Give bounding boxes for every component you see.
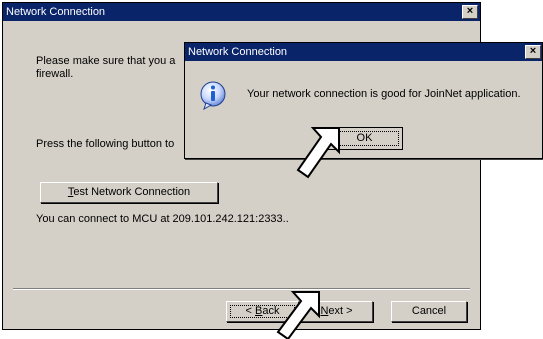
title-bar: Network Connection ×: [3, 3, 480, 21]
popup-title: Network Connection: [188, 46, 288, 58]
press-button-text: Press the following button to: [36, 138, 175, 150]
pointer-cursor-icon: [276, 291, 320, 339]
separator-line: [13, 288, 470, 290]
popup-message: Your network connection is good for Join…: [247, 88, 521, 100]
cancel-button[interactable]: Cancel: [391, 301, 467, 322]
window-title: Network Connection: [6, 6, 106, 18]
next-rest: ext >: [328, 305, 353, 317]
close-icon: ×: [529, 45, 537, 57]
success-message-dialog: Network Connection × Your network connec…: [184, 42, 543, 159]
test-button-label-rest: est Network Connection: [73, 186, 191, 198]
instruction-text-line2: firewall.: [36, 68, 74, 80]
popup-title-bar: Network Connection ×: [185, 43, 542, 61]
info-icon: [200, 81, 226, 110]
close-button[interactable]: ×: [462, 5, 478, 19]
pointer-cursor-icon: [296, 127, 340, 179]
next-button-label: Next >: [320, 302, 352, 321]
instruction-text: Please make sure that you a: [36, 55, 176, 67]
close-icon: ×: [466, 5, 474, 17]
test-network-connection-button[interactable]: Test Network Connection: [40, 182, 218, 203]
connection-result-text: You can connect to MCU at 209.101.242.12…: [36, 213, 289, 225]
popup-close-button[interactable]: ×: [525, 45, 541, 59]
test-button-label: Test Network Connection: [68, 183, 190, 202]
